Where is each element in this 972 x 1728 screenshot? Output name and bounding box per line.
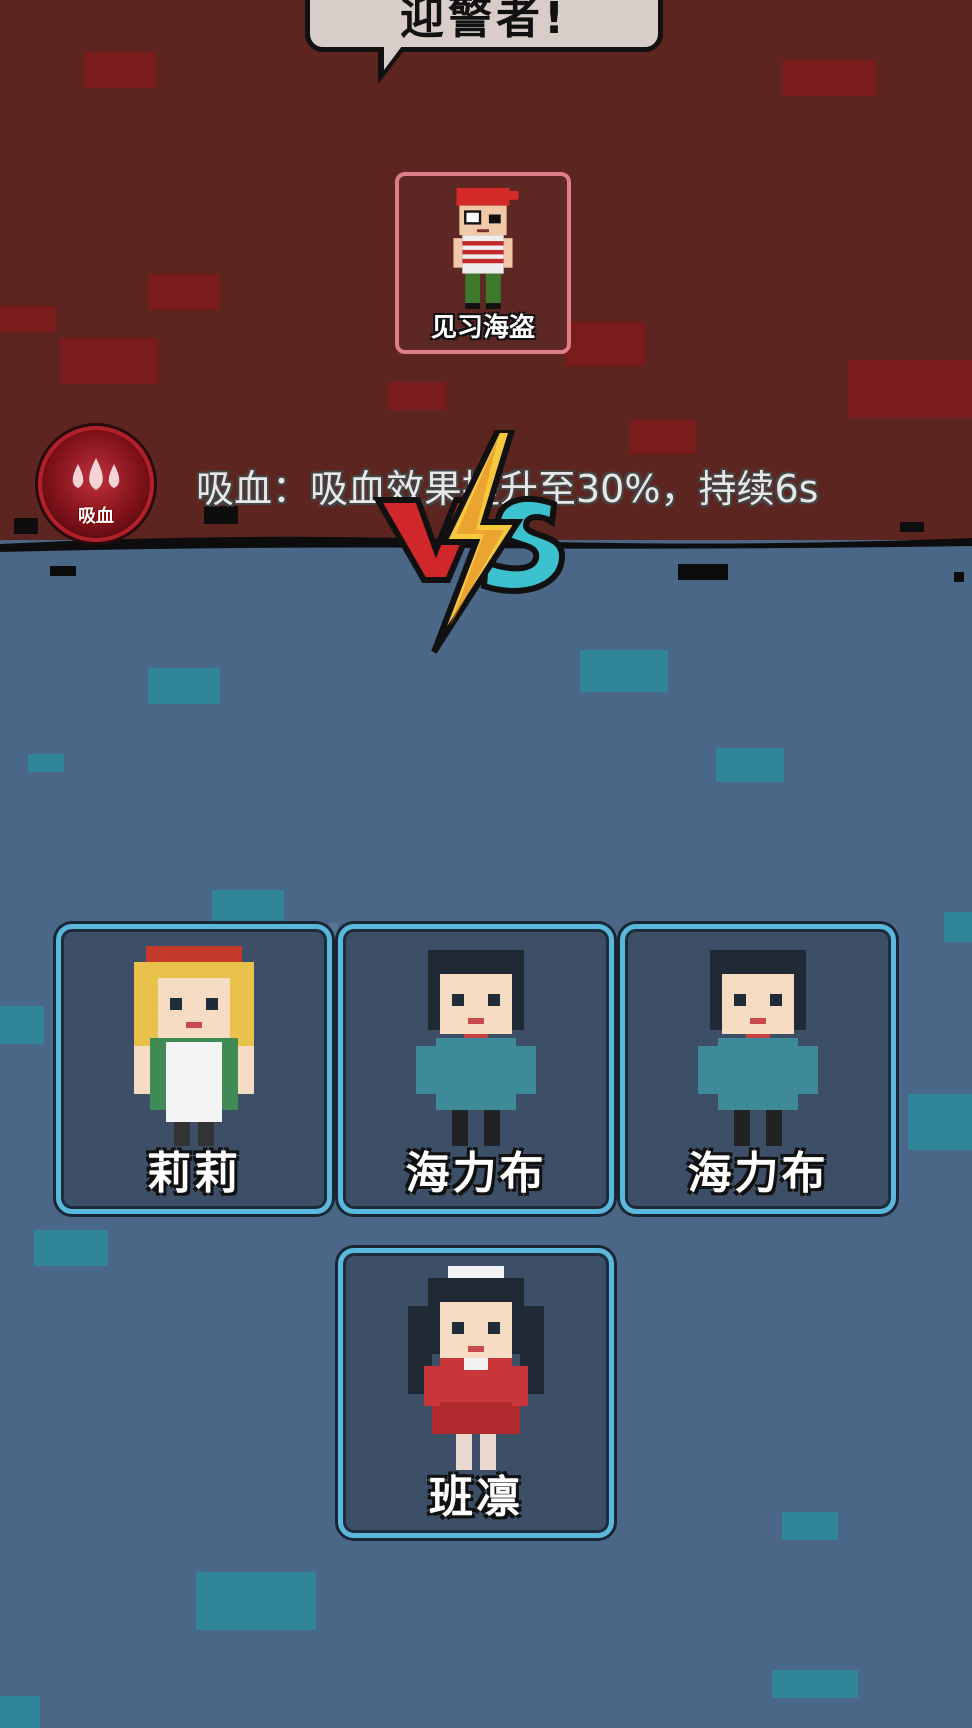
wall-brick [84, 52, 156, 88]
wall-brick [782, 60, 876, 96]
team-card-name: 海力布 [405, 1148, 547, 1199]
pirate-sprite-icon [453, 187, 519, 310]
team-card-hailibu-1[interactable]: 海力布 [338, 924, 614, 1214]
team-card-lily[interactable]: 莉莉 [56, 924, 332, 1214]
wall-brick [580, 650, 668, 692]
rubble [900, 522, 924, 532]
wall-brick [196, 1572, 316, 1630]
team-card-name: 海力布 [687, 1148, 829, 1199]
hailibu-sprite-icon [698, 950, 818, 1146]
skill-badge[interactable]: 吸血 [38, 426, 154, 542]
team-card-banlin[interactable]: 班凛 [338, 1248, 614, 1538]
versus-emblem [372, 430, 565, 654]
lily-sprite-icon [134, 946, 254, 1146]
speech-bubble-tail-fill [384, 46, 402, 70]
lightning-bolt-icon [431, 430, 524, 654]
hailibu-sprite-icon [416, 950, 536, 1146]
wall-brick [0, 1006, 44, 1044]
team-card-hailibu-2[interactable]: 海力布 [620, 924, 896, 1214]
enemy-name: 见习海盗 [430, 313, 535, 343]
wall-brick [28, 754, 64, 772]
banlin-sprite-icon [408, 1266, 544, 1470]
skill-badge-label: 吸血 [78, 506, 114, 527]
blood-drop-icon [72, 458, 120, 490]
wall-brick [630, 420, 696, 454]
wall-brick [782, 1512, 838, 1540]
rubble [14, 518, 38, 534]
team-card-name: 莉莉 [147, 1148, 241, 1199]
wall-brick [388, 382, 446, 410]
wall-brick [212, 890, 284, 924]
wall-brick [0, 306, 56, 332]
rubble [678, 564, 728, 580]
wall-brick [772, 1670, 858, 1698]
rubble [954, 572, 964, 582]
wall-brick [716, 748, 784, 782]
wall-brick [944, 912, 972, 942]
wall-brick [60, 338, 158, 384]
enemy-card[interactable]: 见习海盗 [395, 172, 571, 354]
speech-bubble-text: 迎警者! [399, 0, 569, 44]
wall-brick [34, 1230, 108, 1266]
speech-bubble: 迎警者! [305, 0, 663, 52]
wall-brick [566, 322, 646, 366]
rubble [50, 566, 76, 576]
team-card-name: 班凛 [429, 1472, 523, 1523]
wall-brick [148, 274, 220, 310]
wall-brick [848, 360, 972, 418]
wall-brick [0, 1696, 40, 1728]
wall-brick [148, 668, 220, 704]
wall-brick [908, 1094, 972, 1150]
